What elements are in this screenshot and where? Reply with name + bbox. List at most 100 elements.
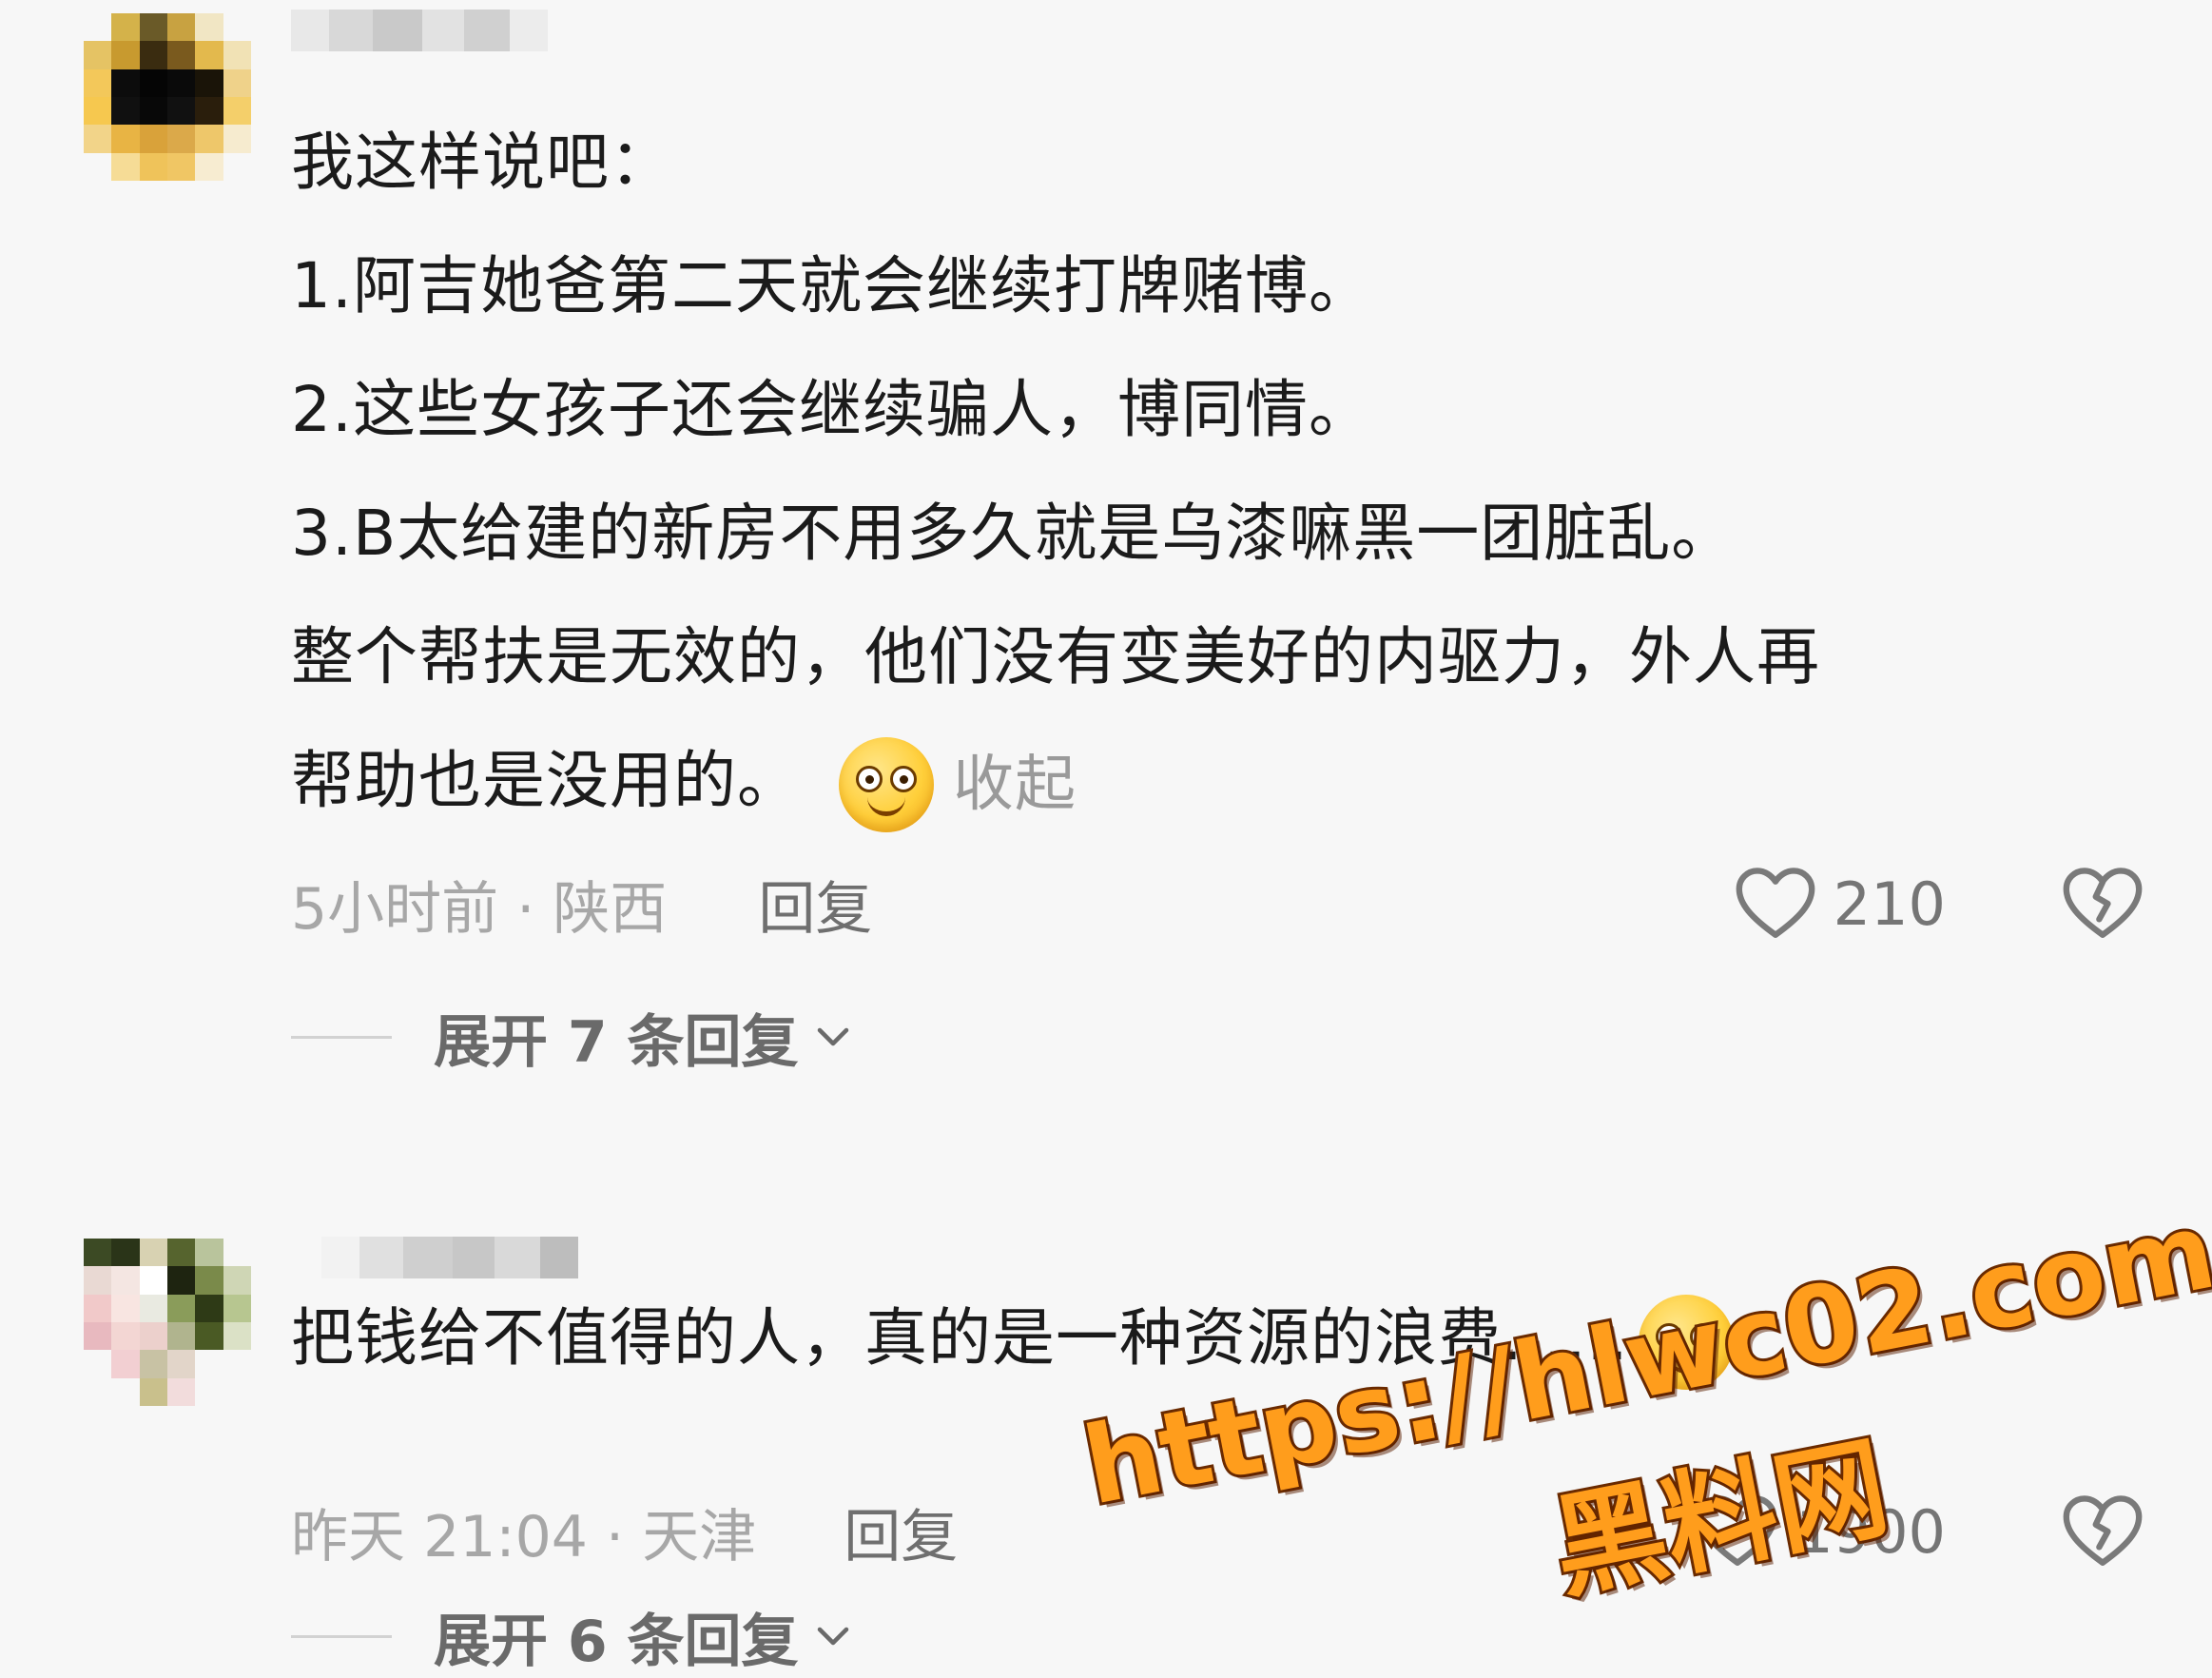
avatar-pixel — [167, 125, 196, 153]
avatar-pixel — [167, 1266, 196, 1295]
expand-replies-label: 展开 6 条回复 — [434, 1608, 799, 1675]
avatar-pixel — [84, 1239, 112, 1267]
avatar-pixel — [111, 152, 140, 181]
avatar-pixel — [223, 68, 251, 97]
avatar-pixel — [111, 1239, 140, 1267]
avatar-pixel — [84, 41, 112, 69]
expand-replies-button[interactable]: 展开 6 条回复 — [291, 1598, 852, 1675]
user-avatar[interactable] — [84, 13, 251, 181]
avatar-pixel — [167, 152, 196, 181]
user-avatar[interactable] — [84, 1239, 251, 1406]
avatar-pixel — [167, 41, 196, 69]
avatar-pixel — [195, 1377, 223, 1406]
comment-text: 把钱给不值得的人，真的是一种资源的浪费…… — [291, 1277, 2098, 1400]
reply-button[interactable]: 回复 — [758, 863, 872, 946]
chevron-down-icon — [817, 1627, 848, 1646]
comment-text: 我这样说吧： 1.阿吉她爸第二天就会继续打牌赌博。 2.这些女孩子还会继续骗人，… — [291, 101, 2098, 847]
username-pixel — [422, 10, 464, 51]
avatar-pixel — [195, 152, 223, 181]
avatar-pixel — [167, 1377, 196, 1406]
avatar-pixel — [223, 13, 251, 42]
comment-line: 整个帮扶是无效的，他们没有变美好的内驱力，外人再 — [291, 620, 1820, 693]
heart-outline-icon — [1736, 868, 1815, 938]
avatar-pixel — [111, 1377, 140, 1406]
avatar-pixel — [111, 13, 140, 42]
avatar-pixel — [139, 1377, 167, 1406]
avatar-pixel — [139, 1350, 167, 1378]
avatar-pixel — [139, 68, 167, 97]
avatar-pixel — [223, 1239, 251, 1267]
avatar-pixel — [139, 1239, 167, 1267]
expand-replies-button[interactable]: 展开 7 条回复 — [291, 999, 852, 1076]
avatar-pixel — [167, 68, 196, 97]
avatar-pixel — [167, 97, 196, 126]
avatar-pixel — [111, 1294, 140, 1322]
comment-line-text: 把钱给不值得的人，真的是一种资源的浪费…… — [291, 1301, 1629, 1375]
avatar-pixel — [111, 68, 140, 97]
avatar-pixel — [195, 1350, 223, 1378]
username-pixel — [329, 10, 373, 51]
avatar-pixel — [223, 1322, 251, 1351]
avatar-pixel — [139, 41, 167, 69]
like-count: 210 — [1833, 868, 1946, 939]
username-redacted[interactable] — [291, 10, 548, 51]
avatar-pixel — [139, 1322, 167, 1351]
broken-heart-icon[interactable] — [2060, 1493, 2145, 1570]
comment-line: 我这样说吧： — [291, 126, 673, 199]
comment-line: 2.这些女孩子还会继续骗人，博同情。 — [291, 373, 1372, 446]
like-button[interactable]: 1900 — [1695, 1493, 1946, 1570]
avatar-pixel — [139, 1266, 167, 1295]
expand-replies-label: 展开 7 条回复 — [434, 1008, 799, 1076]
avatar-pixel — [111, 97, 140, 126]
avatar-pixel — [84, 68, 112, 97]
comment-meta: 5小时前 · 陕西 回复 210 — [291, 861, 2145, 946]
avatar-pixel — [139, 97, 167, 126]
avatar-pixel — [223, 97, 251, 126]
broken-heart-icon[interactable] — [2060, 866, 2145, 942]
like-count: 1900 — [1795, 1496, 1946, 1567]
avatar-pixel — [84, 1294, 112, 1322]
avatar-pixel — [111, 1322, 140, 1351]
avatar-pixel — [195, 41, 223, 69]
username-pixel — [373, 10, 422, 51]
comment-item: 我这样说吧： 1.阿吉她爸第二天就会继续打牌赌博。 2.这些女孩子还会继续骗人，… — [0, 0, 2212, 1141]
username-pixel — [540, 1237, 578, 1278]
avatar-pixel — [223, 1294, 251, 1322]
avatar-pixel — [139, 13, 167, 42]
like-button[interactable]: 210 — [1733, 866, 1946, 942]
heart-outline-icon — [1698, 1495, 1777, 1566]
divider-dash — [291, 1035, 392, 1039]
reply-button[interactable]: 回复 — [844, 1491, 958, 1573]
username-redacted[interactable] — [321, 1237, 578, 1278]
avatar-pixel — [195, 68, 223, 97]
avatar-pixel — [223, 1350, 251, 1378]
avatar-pixel — [195, 1266, 223, 1295]
avatar-pixel — [167, 1350, 196, 1378]
username-pixel — [464, 10, 510, 51]
username-pixel — [403, 1237, 453, 1278]
avatar-pixel — [195, 1322, 223, 1351]
divider-dash — [291, 1634, 392, 1638]
avatar-pixel — [84, 125, 112, 153]
username-pixel — [510, 10, 548, 51]
avatar-pixel — [84, 13, 112, 42]
collapse-link[interactable]: 收起 — [953, 750, 1077, 820]
avatar-pixel — [195, 1294, 223, 1322]
username-pixel — [359, 1237, 403, 1278]
comment-line-last: 把钱给不值得的人，真的是一种资源的浪费…… — [291, 1277, 2098, 1400]
avatar-pixel — [195, 97, 223, 126]
comment-item: 把钱给不值得的人，真的是一种资源的浪费…… 昨天 21:04 · 天津 回复 1… — [0, 1218, 2212, 1675]
avatar-pixel — [84, 1322, 112, 1351]
avatar-pixel — [139, 152, 167, 181]
avatar-pixel — [167, 1322, 196, 1351]
username-pixel — [321, 1237, 359, 1278]
username-pixel — [495, 1237, 540, 1278]
avatar-pixel — [139, 1294, 167, 1322]
avatar-pixel — [167, 1239, 196, 1267]
avatar-pixel — [111, 1350, 140, 1378]
avatar-pixel — [223, 1266, 251, 1295]
avatar-pixel — [84, 1266, 112, 1295]
comment-line: 3.B太给建的新房不用多久就是乌漆嘛黑一团脏乱。 — [291, 497, 1736, 570]
avatar-pixel — [84, 1377, 112, 1406]
comment-time-location: 昨天 21:04 · 天津 — [291, 1503, 757, 1571]
